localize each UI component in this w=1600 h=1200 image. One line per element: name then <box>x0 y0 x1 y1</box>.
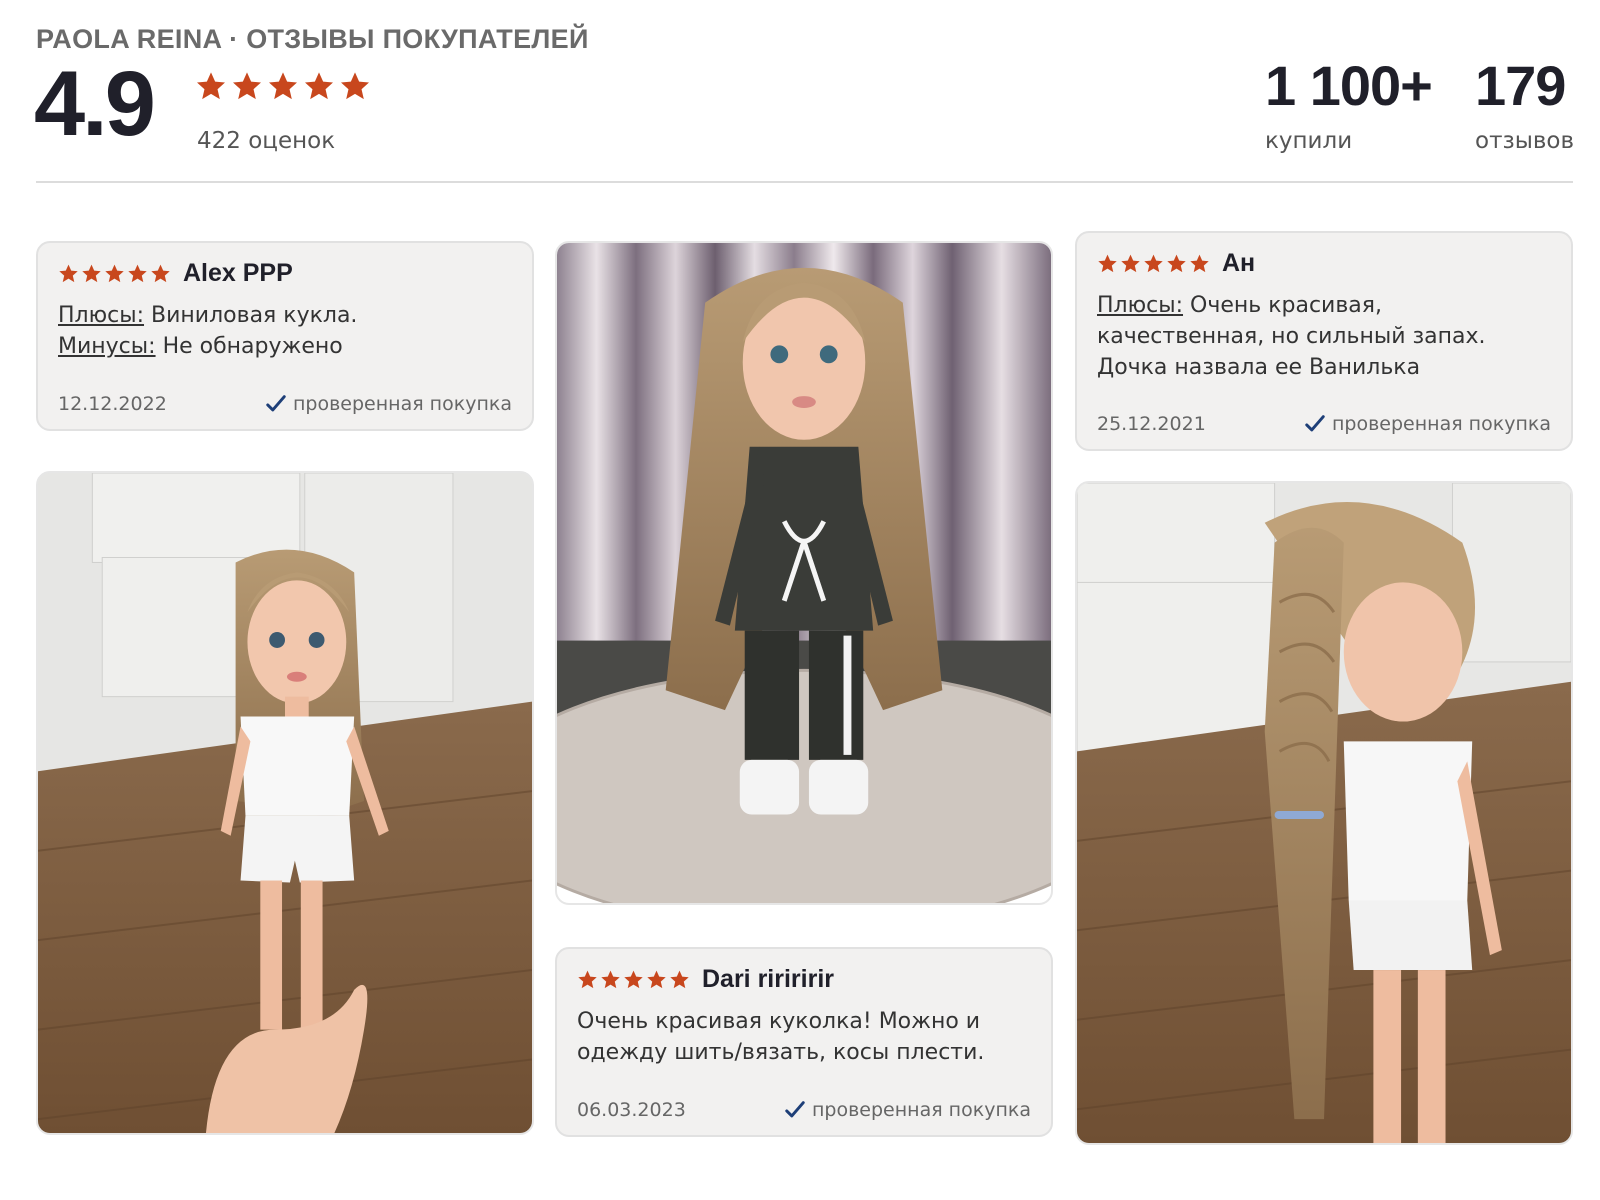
doll-white-pajamas-photo <box>38 473 532 1133</box>
verified-label: проверенная покупка <box>292 393 512 415</box>
review-card[interactable]: Alex PPP Плюсы: Виниловая кукла. Минусы:… <box>36 241 534 431</box>
star-icon <box>1143 253 1164 274</box>
review-date: 06.03.2023 <box>577 1099 686 1121</box>
star-icon <box>127 263 148 284</box>
cons-label: Минусы: <box>58 334 156 359</box>
star-icon <box>104 263 125 284</box>
star-icon <box>195 70 227 102</box>
verified-badge: проверенная покупка <box>1304 413 1551 435</box>
average-rating: 4.9 <box>34 53 156 155</box>
check-icon <box>1304 413 1326 435</box>
star-icon <box>1120 253 1141 274</box>
review-text: Плюсы: Очень красивая, качественная, но … <box>1097 290 1551 383</box>
check-icon <box>784 1099 806 1121</box>
ratings-count: 422 оценок <box>197 128 336 154</box>
review-text: Очень красивая куколка! Можно и одежду ш… <box>577 1006 1031 1068</box>
review-stars <box>1097 253 1210 274</box>
star-icon <box>1097 253 1118 274</box>
review-author: Alex PPP <box>183 259 293 287</box>
review-photo[interactable] <box>36 471 534 1135</box>
review-photo[interactable] <box>1075 481 1573 1145</box>
star-icon <box>303 70 335 102</box>
verified-badge: проверенная покупка <box>265 393 512 415</box>
review-stars <box>58 263 171 284</box>
rating-stars <box>195 70 371 102</box>
star-icon <box>150 263 171 284</box>
review-stars <box>577 969 690 990</box>
review-date: 25.12.2021 <box>1097 413 1206 435</box>
doll-braid-side-photo <box>1077 483 1571 1143</box>
star-icon <box>600 969 621 990</box>
review-text: Плюсы: Виниловая кукла. Минусы: Не обнар… <box>58 300 512 362</box>
verified-label: проверенная покупка <box>811 1099 1031 1121</box>
star-icon <box>623 969 644 990</box>
review-card[interactable]: Ан Плюсы: Очень красивая, качественная, … <box>1075 231 1573 451</box>
star-icon <box>267 70 299 102</box>
review-photo[interactable] <box>555 241 1053 905</box>
star-icon <box>81 263 102 284</box>
reviews-value: 179 <box>1475 54 1566 117</box>
verified-label: проверенная покупка <box>1331 413 1551 435</box>
pros-text-line: качественная, но сильный запах. <box>1097 324 1486 349</box>
doll-long-hair-denim-photo <box>557 243 1051 903</box>
review-text-line: одежду шить/вязать, косы плести. <box>577 1040 985 1065</box>
star-icon <box>1189 253 1210 274</box>
header-divider <box>36 181 1573 183</box>
reviews-label: отзывов <box>1475 128 1575 154</box>
pros-text: Очень красивая, <box>1190 293 1383 318</box>
pros-text-line: Дочка назвала ее Ванилька <box>1097 355 1421 380</box>
star-icon <box>339 70 371 102</box>
bought-stat: 1 100+ купили <box>1265 54 1433 155</box>
reviews-stat: 179 отзывов <box>1475 54 1575 155</box>
bought-value: 1 100+ <box>1265 54 1433 117</box>
review-author: Dari ririririr <box>702 965 835 993</box>
page-title: PAOLA REINA · ОТЗЫВЫ ПОКУПАТЕЛЕЙ <box>36 24 589 54</box>
star-icon <box>58 263 79 284</box>
star-icon <box>646 969 667 990</box>
pros-text: Виниловая кукла. <box>151 303 358 328</box>
bought-label: купили <box>1265 128 1353 154</box>
check-icon <box>265 393 287 415</box>
pros-label: Плюсы: <box>58 303 145 328</box>
star-icon <box>577 969 598 990</box>
cons-text: Не обнаружено <box>162 334 343 359</box>
star-icon <box>669 969 690 990</box>
verified-badge: проверенная покупка <box>784 1099 1031 1121</box>
review-author: Ан <box>1222 249 1256 277</box>
review-card[interactable]: Dari ririririr Очень красивая куколка! М… <box>555 947 1053 1137</box>
review-date: 12.12.2022 <box>58 393 167 415</box>
star-icon <box>231 70 263 102</box>
pros-label: Плюсы: <box>1097 293 1184 318</box>
star-icon <box>1166 253 1187 274</box>
review-text-line: Очень красивая куколка! Можно и <box>577 1009 981 1034</box>
